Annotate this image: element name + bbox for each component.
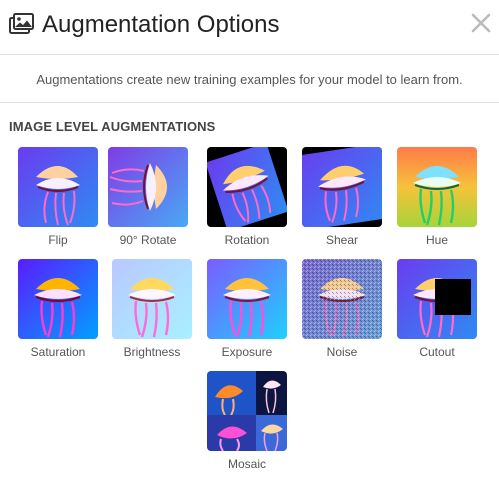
augmentation-label: Hue bbox=[425, 233, 448, 247]
brightness-thumbnail bbox=[112, 259, 192, 339]
mosaic-thumbnail bbox=[207, 371, 287, 451]
modal-header: Augmentation Options bbox=[0, 0, 499, 55]
noise-thumbnail bbox=[302, 259, 382, 339]
augmentation-label: Saturation bbox=[30, 345, 86, 359]
augmentation-brightness[interactable]: Brightness bbox=[107, 259, 197, 359]
augmentation-label: Brightness bbox=[123, 345, 181, 359]
augmentation-label: Cutout bbox=[419, 345, 455, 359]
rotate-90-thumbnail bbox=[108, 147, 188, 227]
augmentation-hue[interactable]: Hue bbox=[392, 147, 482, 247]
shear-thumbnail bbox=[302, 147, 382, 227]
augmentation-rotation[interactable]: Rotation bbox=[202, 147, 292, 247]
augmentation-flip[interactable]: Flip bbox=[13, 147, 103, 247]
augmentation-shear[interactable]: Shear bbox=[297, 147, 387, 247]
augmentation-options-modal: Augmentation Options Augmentations creat… bbox=[0, 0, 499, 477]
augmentation-label: 90° Rotate bbox=[119, 233, 177, 247]
augmentation-label: Mosaic bbox=[227, 457, 266, 471]
augmentation-90-rotate[interactable]: 90° Rotate bbox=[103, 147, 193, 247]
augmentation-label: Shear bbox=[325, 233, 359, 247]
augmentation-label: Rotation bbox=[224, 233, 270, 247]
augmentation-saturation[interactable]: Saturation bbox=[13, 259, 103, 359]
image-gallery-icon bbox=[9, 13, 35, 37]
modal-description: Augmentations create new training exampl… bbox=[36, 72, 463, 87]
cutout-thumbnail bbox=[397, 259, 477, 339]
augmentation-mosaic[interactable]: Mosaic bbox=[202, 371, 292, 471]
augmentation-label: Exposure bbox=[221, 345, 273, 359]
augmentation-label: Flip bbox=[48, 233, 68, 247]
section-title: IMAGE LEVEL AUGMENTATIONS bbox=[9, 119, 216, 134]
flip-thumbnail bbox=[18, 147, 98, 227]
saturation-thumbnail bbox=[18, 259, 98, 339]
augmentation-cutout[interactable]: Cutout bbox=[392, 259, 482, 359]
augmentation-exposure[interactable]: Exposure bbox=[202, 259, 292, 359]
augmentation-noise[interactable]: Noise bbox=[297, 259, 387, 359]
augmentation-label: Noise bbox=[326, 345, 358, 359]
rotation-thumbnail bbox=[207, 147, 287, 227]
hue-thumbnail bbox=[397, 147, 477, 227]
modal-title: Augmentation Options bbox=[42, 11, 280, 38]
description-row: Augmentations create new training exampl… bbox=[0, 56, 499, 103]
exposure-thumbnail bbox=[207, 259, 287, 339]
close-icon[interactable] bbox=[470, 12, 492, 34]
